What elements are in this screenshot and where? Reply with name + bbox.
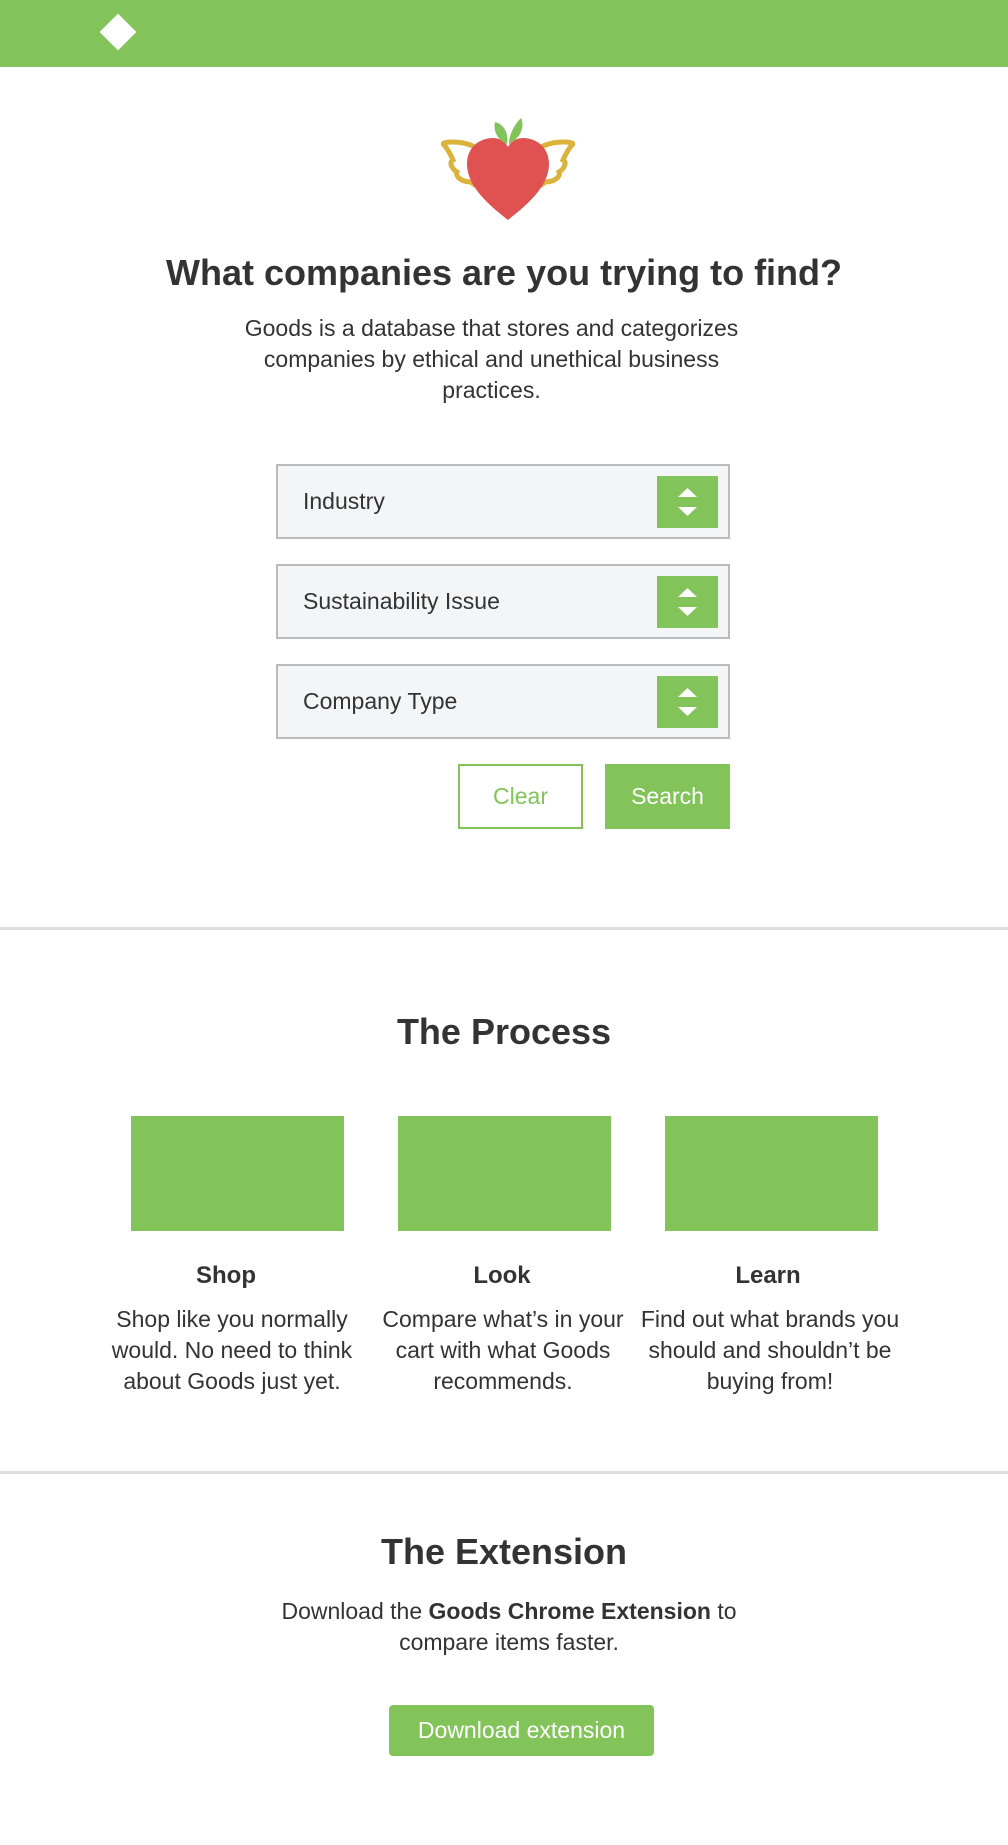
download-extension-button[interactable]: Download extension: [389, 1705, 654, 1756]
look-step-title: Look: [473, 1262, 531, 1289]
select-arrows-icon[interactable]: [657, 676, 718, 728]
select-arrows-icon[interactable]: [657, 476, 718, 528]
search-button[interactable]: Search: [605, 764, 730, 829]
learn-step-title: Learn: [735, 1262, 801, 1289]
process-title: The Process: [396, 1011, 612, 1052]
industry-select-label: Industry: [303, 488, 385, 514]
top-bar: [0, 0, 1008, 67]
clear-button[interactable]: Clear: [458, 764, 583, 829]
extension-name: Goods Chrome Extension: [428, 1598, 711, 1624]
page-headline: What companies are you trying to find?: [165, 252, 843, 293]
company-type-select[interactable]: Company Type: [276, 664, 730, 739]
intro-description: Goods is a database that stores and cate…: [244, 315, 739, 403]
look-step-description: Compare what’s in your cart with what Go…: [382, 1306, 624, 1394]
company-type-select-label: Company Type: [303, 688, 458, 714]
extension-description-start: Download the: [281, 1598, 429, 1624]
select-arrows-icon[interactable]: [657, 576, 718, 628]
shop-step-title: Shop: [196, 1262, 256, 1289]
sustainability-issue-select[interactable]: Sustainability Issue: [276, 564, 730, 639]
shop-step-description: Shop like you normally would. No need to…: [111, 1306, 353, 1394]
extension-title: The Extension: [380, 1531, 628, 1572]
diamond-logo-icon[interactable]: [99, 13, 137, 51]
section-divider: [0, 927, 1008, 930]
learn-step-description: Find out what brands you should and shou…: [640, 1306, 900, 1394]
extension-description: Download the Goods Chrome Extension to c…: [264, 1596, 754, 1658]
section-divider: [0, 1471, 1008, 1474]
sustainability-issue-select-label: Sustainability Issue: [303, 588, 500, 614]
shop-step-image: [131, 1116, 344, 1231]
winged-apple-heart-icon: [441, 118, 575, 220]
learn-step-image: [665, 1116, 878, 1231]
industry-select[interactable]: Industry: [276, 464, 730, 539]
look-step-image: [398, 1116, 611, 1231]
